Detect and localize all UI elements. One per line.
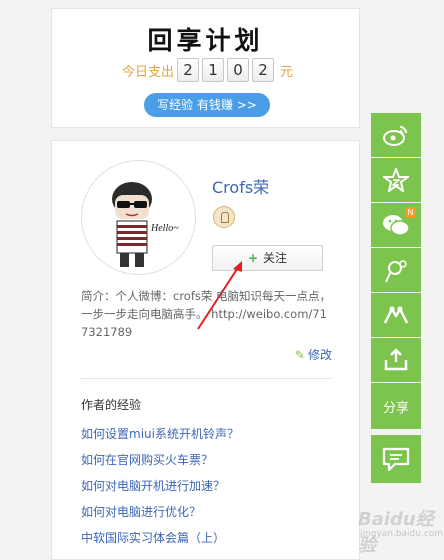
renren-share-button[interactable] [371, 293, 421, 337]
edit-label: 修改 [307, 348, 332, 362]
tencent-weibo-icon [385, 260, 407, 283]
divider [81, 378, 331, 379]
experience-link[interactable]: 如何对电脑进行优化？ [81, 503, 239, 529]
experience-title: 作者的经验 [81, 398, 142, 412]
wechat-share-button[interactable]: N [371, 203, 421, 247]
experience-list: 如何设置miui系统开机铃声？ 如何在官网购买火车票？ 如何对电脑开机进行加速？… [81, 425, 239, 555]
author-card: Hello~ Crofs荣 + 关注 简介：个人微博：crofs荣 电脑知识每天一… [51, 140, 360, 560]
write-experience-button[interactable]: 写经验 有钱赚 >> [144, 93, 270, 117]
weibo-share-button[interactable] [371, 113, 421, 157]
spend-digit: 2 [252, 58, 275, 82]
spend-digit: 1 [202, 58, 225, 82]
author-intro: 简介：个人微博：crofs荣 电脑知识每天一点点，一步一步走向电脑高手。 htt… [81, 289, 332, 339]
today-spend-row: 今日支出 2 1 0 2 元 [122, 58, 293, 82]
watermark-url: jingyan.baidu.com [360, 529, 444, 539]
share-sidebar: N 分享 [371, 113, 421, 484]
share-button[interactable]: 分享 [371, 383, 421, 429]
renren-icon [383, 306, 409, 324]
spend-label: 今日支出 [122, 64, 175, 80]
experience-link[interactable]: 如何在官网购买火车票？ [81, 451, 239, 477]
spend-unit: 元 [280, 64, 294, 80]
edit-link[interactable]: ✎ 修改 [295, 346, 332, 363]
feedback-chat-button[interactable] [371, 435, 421, 483]
qzone-share-button[interactable] [371, 158, 421, 202]
experience-link[interactable]: 中软国际实习体会篇（上） [81, 529, 239, 555]
tencent-weibo-share-button[interactable] [371, 248, 421, 292]
upload-share-icon [384, 348, 408, 371]
new-badge: N [405, 207, 416, 218]
experience-link[interactable]: 如何对电脑开机进行加速？ [81, 477, 239, 503]
qzone-star-icon [383, 168, 409, 192]
plan-title: 回享计划 [147, 26, 264, 55]
share-more-button[interactable] [371, 338, 421, 382]
spend-digit: 0 [227, 58, 250, 82]
weibo-icon [383, 126, 407, 146]
chat-bubble-icon [382, 447, 410, 472]
spend-digit: 2 [177, 58, 200, 82]
experience-link[interactable]: 如何设置miui系统开机铃声？ [81, 425, 239, 451]
plan-card: 回享计划 今日支出 2 1 0 2 元 写经验 有钱赚 >> [51, 8, 360, 128]
pencil-icon: ✎ [294, 348, 305, 362]
